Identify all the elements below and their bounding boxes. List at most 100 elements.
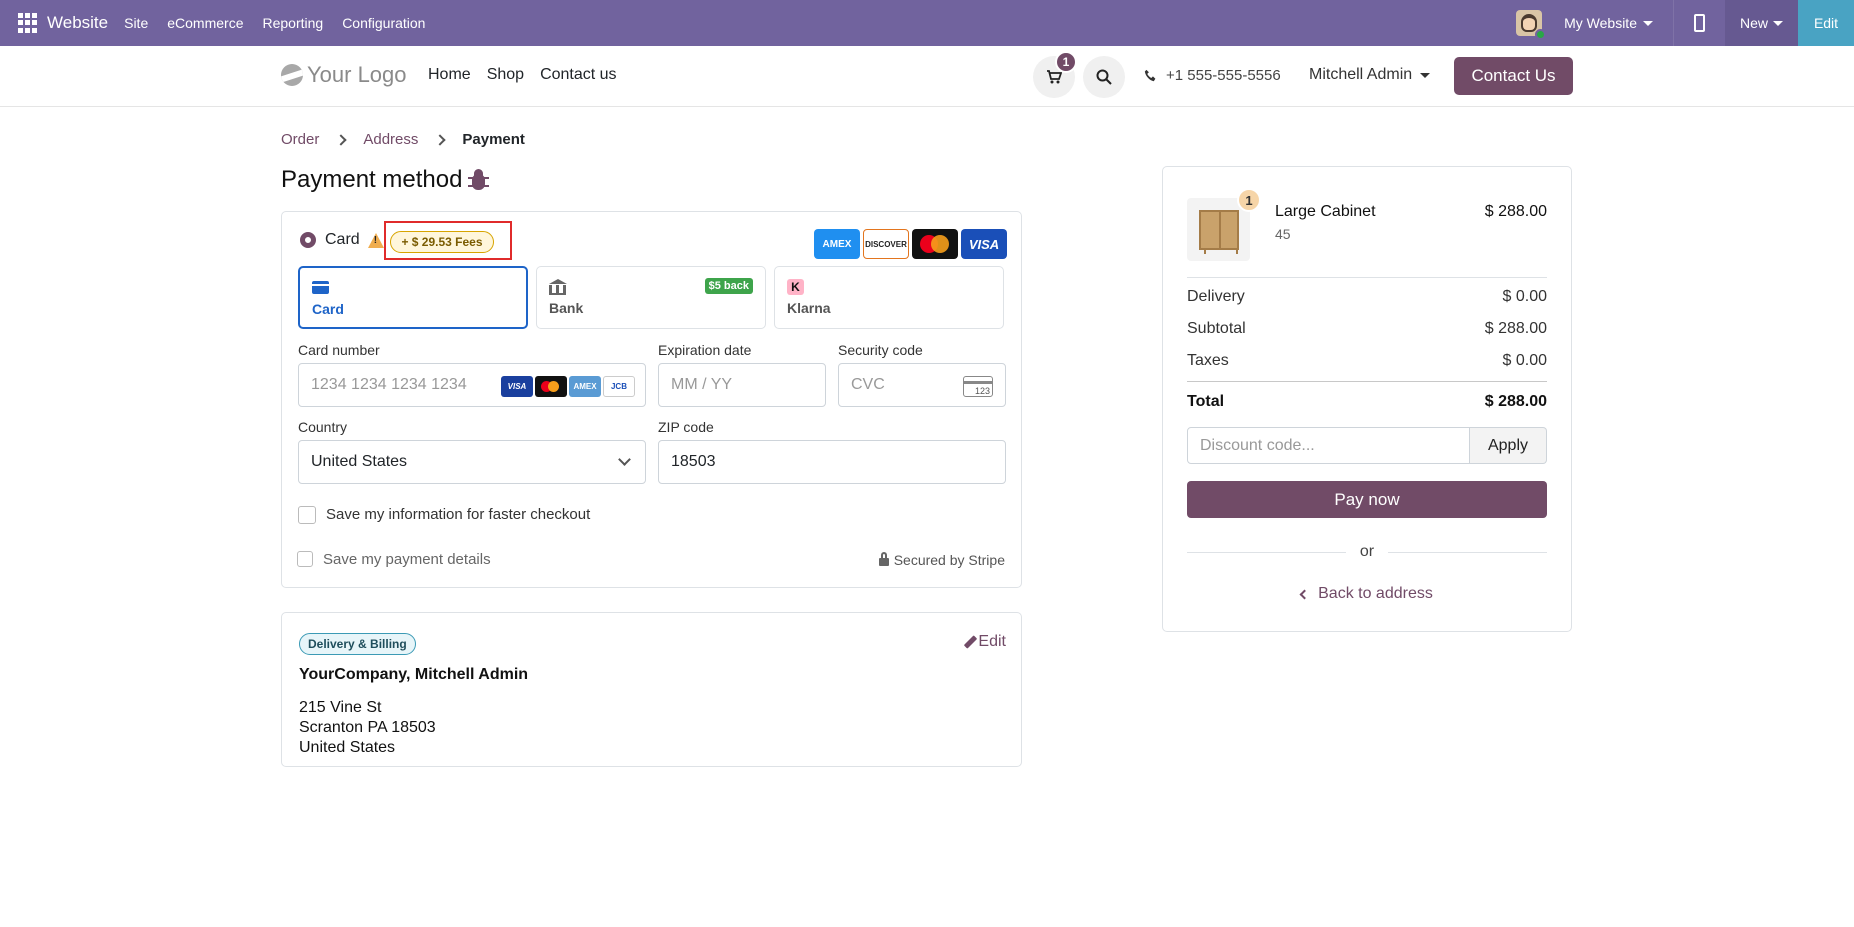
- card-option-radio[interactable]: [300, 232, 316, 248]
- breadcrumb-address[interactable]: Address: [363, 131, 418, 148]
- save-info-checkbox[interactable]: [298, 506, 316, 524]
- apps-grid-icon[interactable]: [18, 13, 38, 33]
- my-website-label: My Website: [1564, 15, 1637, 31]
- discount-placeholder: Discount code...: [1200, 436, 1315, 454]
- user-avatar[interactable]: [1516, 10, 1547, 40]
- search-button[interactable]: [1083, 56, 1125, 98]
- discover-logo-icon: DISCOVER: [863, 229, 909, 259]
- header-phone[interactable]: +1 555-555-5556: [1144, 67, 1281, 84]
- country-value: United States: [311, 453, 408, 470]
- pencil-icon: [964, 635, 978, 649]
- pay-now-button[interactable]: Pay now: [1187, 481, 1547, 518]
- new-label: New: [1739, 15, 1768, 31]
- summary-row-subtotal: Subtotal $ 288.00: [1187, 320, 1547, 338]
- card-option-label: Card: [325, 231, 360, 248]
- card-number-label: Card number: [298, 342, 380, 358]
- address-country: United States: [299, 739, 396, 756]
- secured-text: Secured by Stripe: [893, 552, 1005, 568]
- admin-menu-site[interactable]: Site: [124, 15, 148, 31]
- checkout-breadcrumb: Order Address Payment: [281, 131, 525, 148]
- cvc-card-icon: 123: [963, 376, 993, 397]
- online-status-icon: [1535, 29, 1547, 40]
- user-name: Mitchell Admin: [1309, 66, 1413, 83]
- phone-icon: [1144, 69, 1156, 82]
- visa-mini-icon: VISA: [501, 376, 533, 397]
- expiration-placeholder: MM / YY: [671, 376, 733, 393]
- or-separator: or: [1187, 543, 1548, 561]
- chevron-right-icon: [434, 133, 447, 146]
- mobile-preview-button[interactable]: [1672, 0, 1725, 46]
- nav-home[interactable]: Home: [428, 66, 471, 84]
- my-website-dropdown[interactable]: My Website: [1564, 15, 1653, 31]
- edit-page-button[interactable]: Edit: [1798, 0, 1854, 46]
- zip-code-input[interactable]: 18503: [658, 440, 1006, 484]
- site-logo[interactable]: Your Logo: [281, 62, 407, 88]
- klarna-icon: K: [787, 279, 804, 295]
- security-code-input[interactable]: CVC 123: [838, 363, 1006, 407]
- chevron-down-icon: [618, 453, 631, 466]
- summary-label: Taxes: [1187, 352, 1229, 369]
- method-tab-label: Klarna: [787, 300, 831, 316]
- amex-logo-icon: AMEX: [814, 229, 860, 259]
- amex-mini-icon: AMEX: [569, 376, 601, 397]
- back-label: Back to address: [1318, 585, 1433, 602]
- admin-menu-reporting[interactable]: Reporting: [262, 15, 323, 31]
- secured-by-stripe: Secured by Stripe: [878, 552, 1005, 568]
- zip-code-label: ZIP code: [658, 419, 714, 435]
- admin-menu-ecommerce[interactable]: eCommerce: [167, 15, 243, 31]
- save-payment-checkbox[interactable]: [297, 551, 313, 567]
- expiration-input[interactable]: MM / YY: [658, 363, 826, 407]
- nav-shop[interactable]: Shop: [487, 66, 524, 84]
- admin-menu-configuration[interactable]: Configuration: [342, 15, 425, 31]
- card-option-row[interactable]: Card: [300, 231, 384, 249]
- total-value: $ 288.00: [1484, 393, 1547, 410]
- user-menu[interactable]: Mitchell Admin: [1309, 66, 1431, 84]
- cvc-icon-text: 123: [974, 386, 990, 396]
- chevron-right-icon: [335, 133, 348, 146]
- admin-bar: Website Site eCommerce Reporting Configu…: [0, 0, 1854, 46]
- credit-card-icon: [312, 281, 329, 294]
- product-price: $ 288.00: [1484, 203, 1547, 220]
- method-tab-label: Bank: [549, 300, 584, 316]
- card-number-input[interactable]: 1234 1234 1234 1234 VISA AMEX JCB: [298, 363, 646, 407]
- accepted-brands: AMEX DISCOVER VISA: [814, 229, 1007, 259]
- address-name: YourCompany, Mitchell Admin: [299, 666, 529, 683]
- new-content-button[interactable]: New: [1724, 0, 1798, 46]
- discount-code-input[interactable]: Discount code...: [1187, 427, 1470, 464]
- method-tab-klarna[interactable]: K Klarna: [774, 266, 1004, 329]
- warning-icon: [367, 232, 384, 248]
- breadcrumb-order[interactable]: Order: [281, 131, 319, 148]
- edit-address-link[interactable]: Edit: [964, 633, 1006, 651]
- bug-icon[interactable]: [468, 168, 490, 192]
- method-tab-bank[interactable]: $5 back Bank: [536, 266, 766, 329]
- caret-down-icon: [1420, 72, 1431, 78]
- apply-discount-button[interactable]: Apply: [1470, 427, 1547, 464]
- delivery-billing-card: Delivery & Billing Edit YourCompany, Mit…: [281, 612, 1022, 767]
- fee-badge: + $ 29.53 Fees: [390, 231, 494, 253]
- mobile-phone-icon: [1693, 14, 1705, 32]
- country-label: Country: [298, 419, 348, 435]
- address-street: 215 Vine St: [299, 699, 382, 716]
- contact-us-button[interactable]: Contact Us: [1454, 57, 1573, 95]
- or-text: or: [1359, 543, 1375, 560]
- fee-highlight-box: + $ 29.53 Fees: [384, 221, 512, 260]
- back-to-address-link[interactable]: Back to address: [1187, 585, 1547, 603]
- discount-form: Discount code... Apply: [1187, 427, 1547, 464]
- card-number-placeholder: 1234 1234 1234 1234: [311, 376, 467, 393]
- save-info-label[interactable]: Save my information for faster checkout: [326, 506, 590, 523]
- admin-brand[interactable]: Website: [47, 13, 108, 33]
- logo-mark-icon: [281, 64, 303, 86]
- save-payment-label[interactable]: Save my payment details: [323, 551, 491, 568]
- cashback-badge: $5 back: [704, 278, 753, 294]
- mastercard-mini-icon: [535, 376, 567, 397]
- method-tab-card[interactable]: Card: [298, 266, 528, 329]
- search-icon: [1096, 69, 1112, 85]
- cabinet-image-icon: [1198, 209, 1239, 254]
- product-name[interactable]: Large Cabinet: [1275, 203, 1376, 221]
- nav-contact-us[interactable]: Contact us: [540, 66, 616, 84]
- main-nav: Home Shop Contact us: [428, 66, 617, 84]
- country-select[interactable]: United States: [298, 440, 646, 484]
- caret-down-icon: [1773, 20, 1783, 26]
- summary-label: Subtotal: [1187, 320, 1246, 337]
- summary-row-total: Total $ 288.00: [1187, 393, 1547, 411]
